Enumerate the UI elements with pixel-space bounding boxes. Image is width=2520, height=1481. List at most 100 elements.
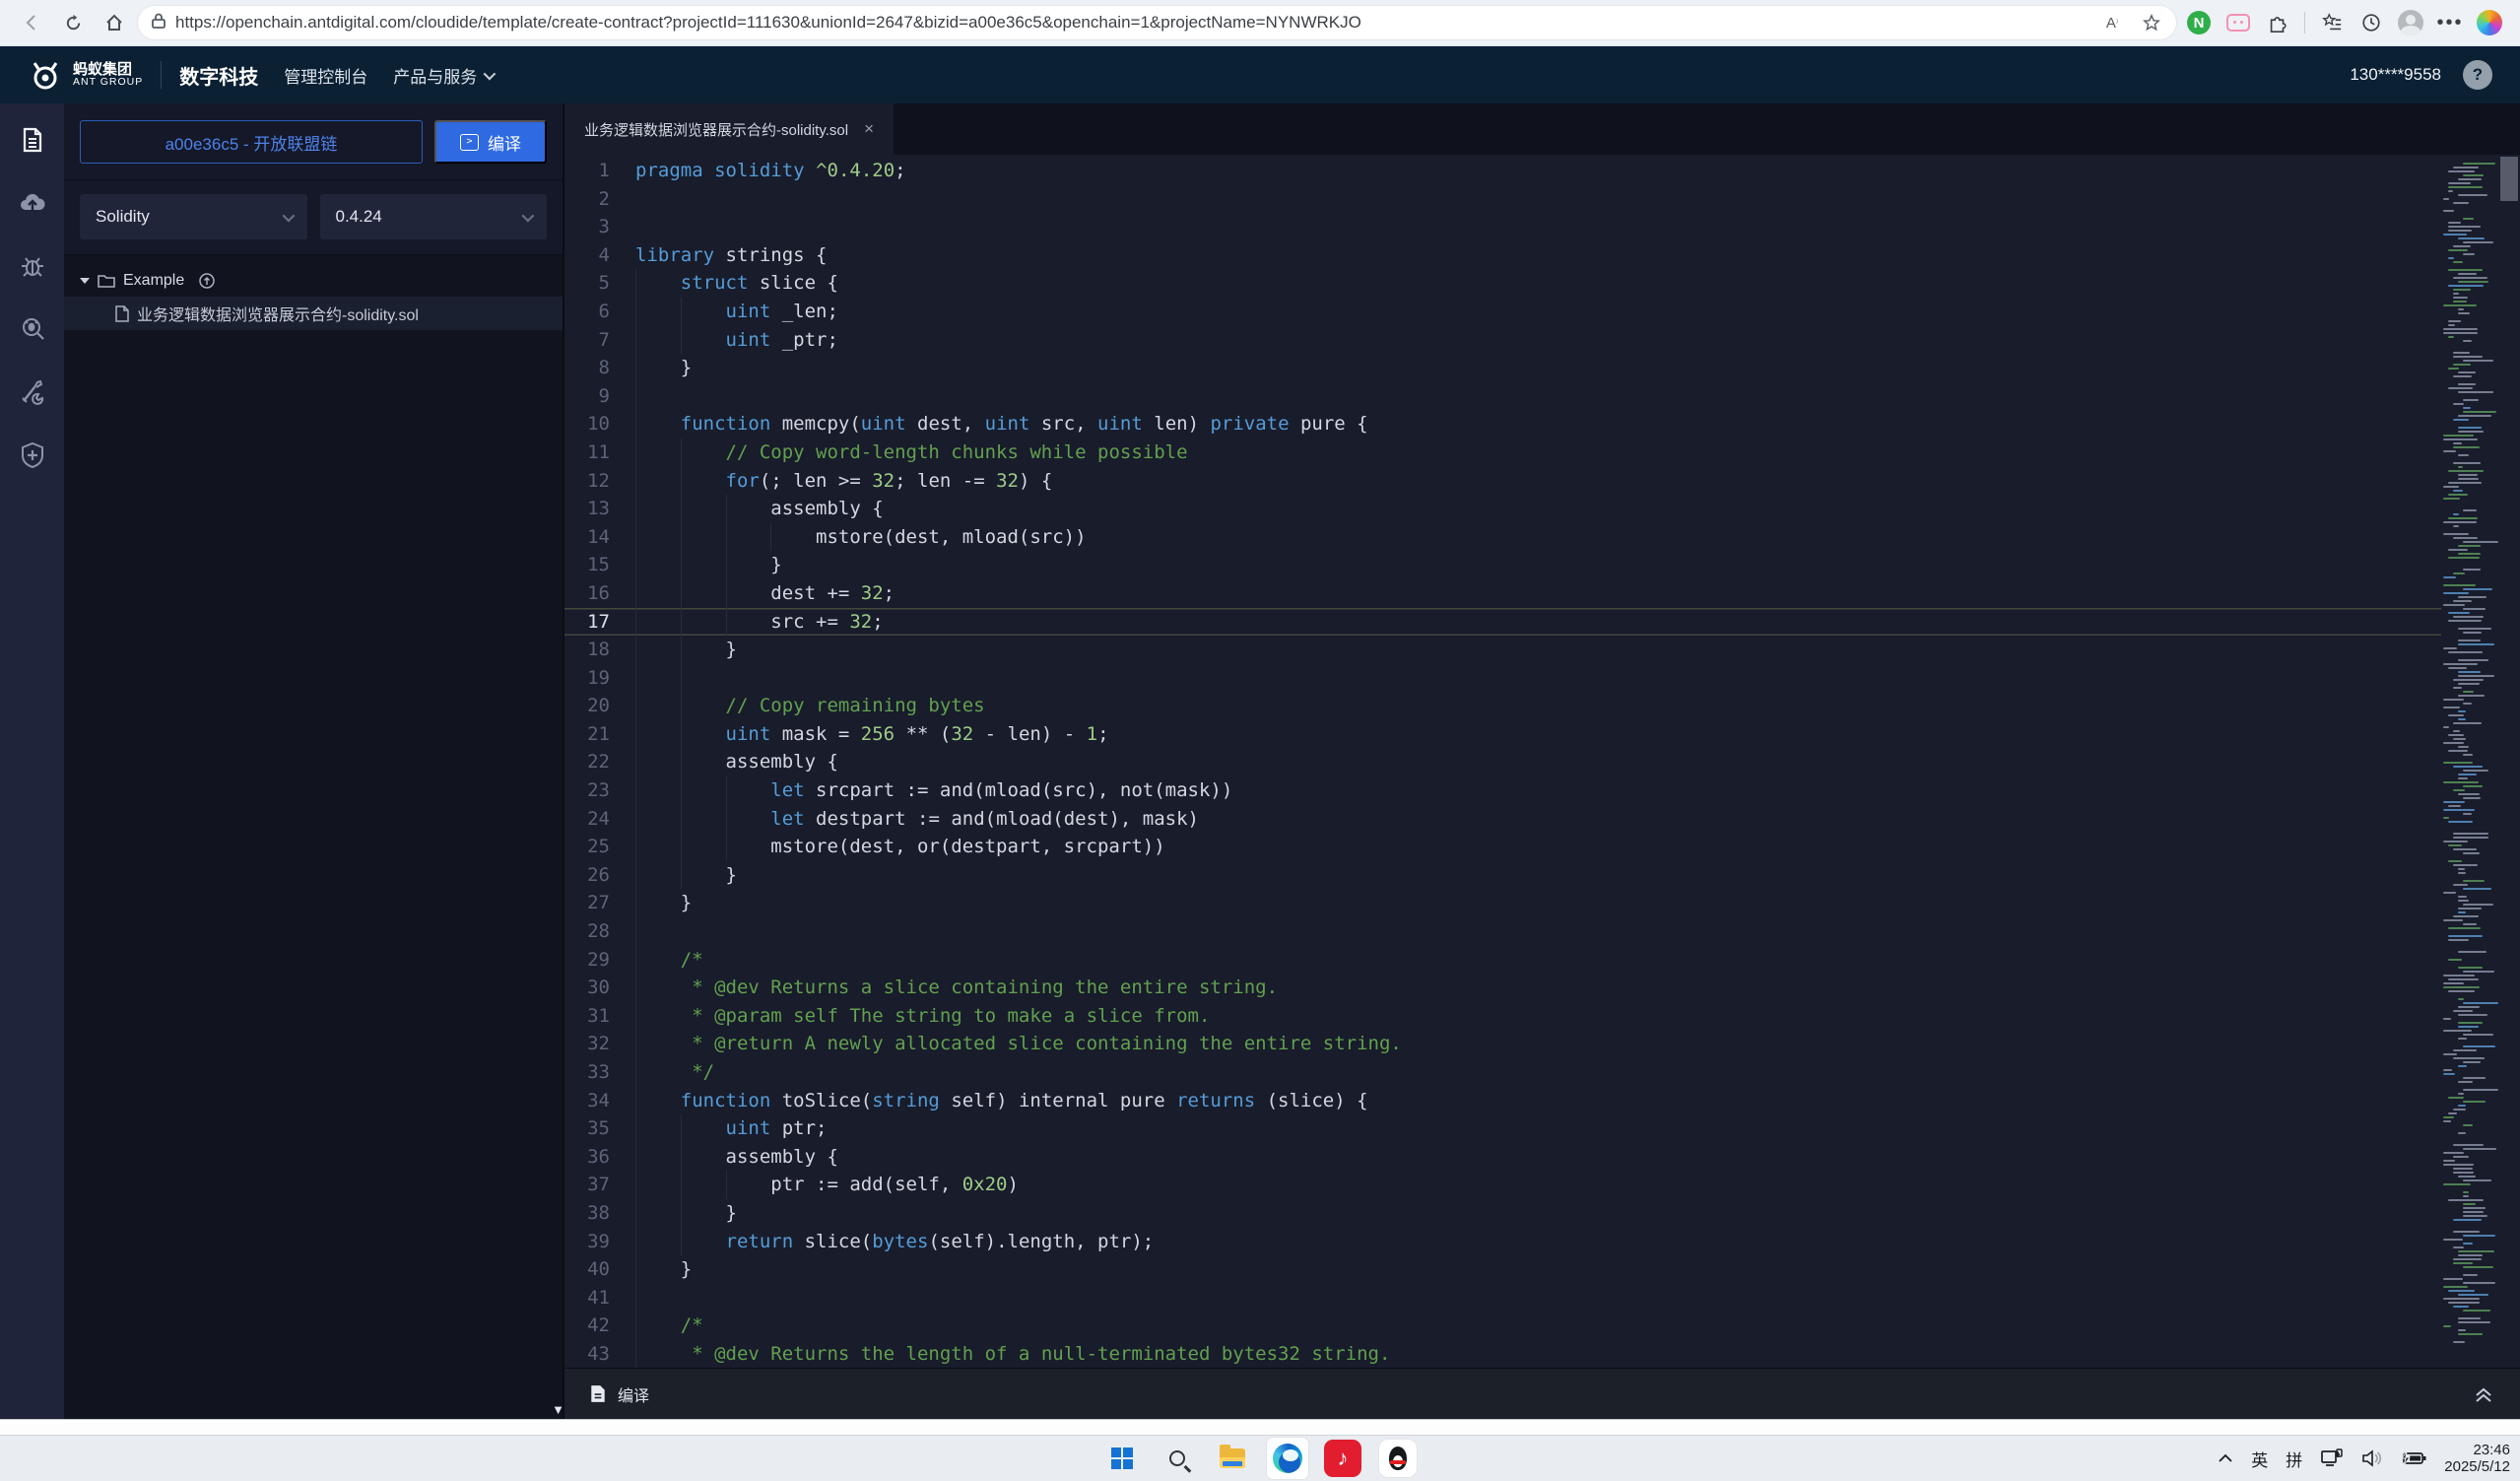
code-line[interactable]: 33 */ [564,1058,2441,1087]
code-line[interactable]: 21 uint mask = 256 ** (32 - len) - 1; [564,720,2441,749]
minimap-content[interactable] [2441,155,2498,1368]
start-button[interactable] [1101,1438,1143,1479]
read-aloud-button[interactable]: A⁾ [2097,8,2127,37]
code-line[interactable]: 13 assembly { [564,495,2441,523]
more-menu-button[interactable]: ••• [2433,6,2467,39]
url-text[interactable]: https://openchain.antdigital.com/cloudid… [175,13,2088,33]
tree-folder-example[interactable]: Example [64,265,563,297]
code-line[interactable]: 2 [564,185,2441,214]
favorite-star-button[interactable] [2137,8,2166,37]
code-line[interactable]: 39 return slice(bytes(self).length, ptr)… [564,1228,2441,1256]
code-line[interactable]: 34 function toSlice(string self) interna… [564,1087,2441,1115]
code-line[interactable]: 26 } [564,861,2441,890]
code-line[interactable]: 29 /* [564,946,2441,975]
tv-extension-icon[interactable] [2222,6,2255,39]
code-line[interactable]: 30 * @dev Returns a slice containing the… [564,974,2441,1002]
code-line[interactable]: 7 uint _ptr; [564,326,2441,355]
volume-icon[interactable] [2361,1449,2383,1467]
code-line[interactable]: 1pragma solidity ^0.4.20; [564,157,2441,185]
scrollbar-thumb[interactable] [2500,157,2518,201]
code-line[interactable]: 43 * @dev Returns the length of a null-t… [564,1340,2441,1368]
refresh-button[interactable] [55,5,91,40]
code-line[interactable]: 19 [564,664,2441,693]
tray-expand-icon[interactable] [2218,1453,2233,1463]
code-line[interactable]: 25 mstore(dest, or(destpart, srcpart)) [564,833,2441,861]
nav-products-menu[interactable]: 产品与服务 [393,63,493,88]
home-button[interactable] [97,5,132,40]
code-line[interactable]: 8 } [564,354,2441,382]
language-select[interactable]: Solidity [80,194,307,239]
copilot-button[interactable] [2473,6,2506,39]
code-line[interactable]: 37 ptr := add(self, 0x20) [564,1171,2441,1199]
code-line[interactable]: 42 /* [564,1312,2441,1340]
cast-icon[interactable] [2320,1448,2344,1468]
code-line[interactable]: 5 struct slice { [564,269,2441,298]
code-lines[interactable]: 1pragma solidity ^0.4.20;234library stri… [564,155,2441,1368]
code-line[interactable]: 40 } [564,1255,2441,1284]
code-line[interactable]: 15 } [564,551,2441,579]
code-line[interactable]: 6 uint _len; [564,298,2441,326]
code-line[interactable]: 23 let srcpart := and(mload(src), not(ma… [564,776,2441,805]
tray-clock[interactable]: 23:46 2025/5/12 [2444,1442,2510,1475]
code-line[interactable]: 4library strings { [564,241,2441,270]
collections-button[interactable] [2315,6,2349,39]
bug-search-icon[interactable] [18,314,47,344]
ime-language[interactable]: 英 [2251,1447,2268,1471]
sync-upload-icon[interactable] [198,272,216,290]
code-line[interactable]: 14 mstore(dest, mload(src)) [564,523,2441,552]
tab-active[interactable]: 业务逻辑数据浏览器展示合约-solidity.sol × [564,103,894,155]
code-line[interactable]: 41 [564,1284,2441,1313]
ime-mode[interactable]: 拼 [2286,1447,2302,1471]
code-line[interactable]: 32 * @return A newly allocated slice con… [564,1030,2441,1058]
cloud-upload-icon[interactable] [18,188,47,218]
back-button[interactable] [14,5,49,40]
code-line[interactable]: 31 * @param self The string to make a sl… [564,1002,2441,1031]
search-button[interactable] [1157,1438,1198,1479]
extensions-puzzle-button[interactable] [2261,6,2294,39]
netease-music-button[interactable]: ♪ [1322,1438,1363,1479]
code-line[interactable]: 10 function memcpy(uint dest, uint src, … [564,410,2441,438]
code-line[interactable]: 27 } [564,889,2441,917]
compile-output-label[interactable]: 编译 [618,1382,649,1406]
account-phone[interactable]: 130****9558 [2350,65,2441,85]
code-line[interactable]: 22 assembly { [564,748,2441,776]
nav-console-link[interactable]: 管理控制台 [284,63,367,88]
code-line[interactable]: 18 } [564,636,2441,664]
code-line[interactable]: 17 src += 32; [564,608,2441,637]
n-extension-icon[interactable]: N [2182,6,2216,39]
profile-button[interactable] [2394,6,2427,39]
version-select[interactable]: 0.4.24 [320,194,548,239]
code-line[interactable]: 35 uint ptr; [564,1114,2441,1143]
tab-close-icon[interactable]: × [864,119,874,139]
ant-group-logo[interactable]: 蚂蚁集团 ANT GROUP [28,57,143,93]
panel-resize-arrow-icon[interactable]: ▼ [552,1402,564,1417]
chain-select-button[interactable]: a00e36c5 - 开放联盟链 [80,120,423,164]
code-line[interactable]: 24 let destpart := and(mload(dest), mask… [564,805,2441,834]
tools-icon[interactable] [18,377,47,407]
battery-icon[interactable] [2401,1450,2426,1466]
code-line[interactable]: 20 // Copy remaining bytes [564,692,2441,720]
file-explorer-button[interactable] [1212,1438,1253,1479]
files-icon[interactable] [18,125,47,155]
qq-button[interactable] [1377,1438,1419,1479]
expand-panel-icon[interactable] [2473,1384,2494,1404]
shield-plus-icon[interactable] [18,440,47,470]
tree-file-item[interactable]: 业务逻辑数据浏览器展示合约-solidity.sol [64,297,563,330]
history-button[interactable] [2354,6,2388,39]
code-line[interactable]: 11 // Copy word-length chunks while poss… [564,438,2441,467]
code-line[interactable]: 12 for(; len >= 32; len -= 32) { [564,467,2441,496]
address-bar[interactable]: https://openchain.antdigital.com/cloudid… [138,6,2176,39]
bug-icon[interactable] [18,251,47,281]
code-line[interactable]: 38 } [564,1199,2441,1228]
help-button[interactable]: ? [2463,60,2492,90]
compile-button[interactable]: > 编译 [434,120,547,164]
edge-button[interactable] [1267,1438,1308,1479]
code-line[interactable]: 28 [564,917,2441,946]
code-line[interactable]: 9 [564,382,2441,411]
page-bottom-strip [0,1419,2520,1435]
code-line[interactable]: 36 assembly { [564,1143,2441,1172]
caret-down-icon[interactable] [80,278,90,284]
code-line[interactable]: 16 dest += 32; [564,579,2441,608]
editor-scrollbar[interactable] [2498,155,2520,1368]
code-line[interactable]: 3 [564,213,2441,241]
